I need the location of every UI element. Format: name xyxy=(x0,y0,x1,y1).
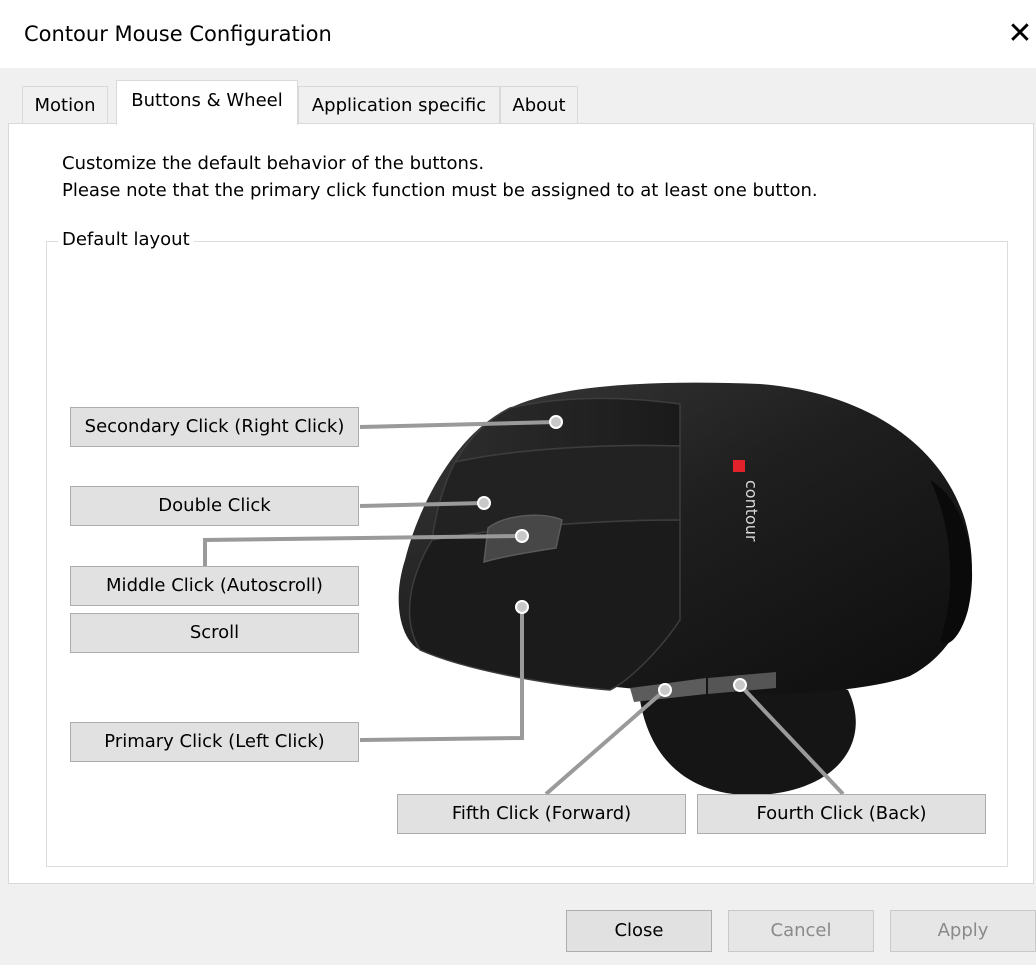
dot-fourth xyxy=(733,678,747,692)
middle-click-button[interactable]: Middle Click (Autoscroll) xyxy=(70,566,359,606)
primary-click-button[interactable]: Primary Click (Left Click) xyxy=(70,722,359,762)
dot-fifth xyxy=(658,683,672,697)
tab-buttons-wheel[interactable]: Buttons & Wheel xyxy=(116,80,298,125)
apply-button[interactable]: Apply xyxy=(890,910,1036,952)
scroll-button[interactable]: Scroll xyxy=(70,613,359,653)
secondary-click-button[interactable]: Secondary Click (Right Click) xyxy=(70,407,359,447)
brand-red-square xyxy=(733,460,745,472)
dot-double xyxy=(477,496,491,510)
fifth-click-button[interactable]: Fifth Click (Forward) xyxy=(397,794,686,834)
double-click-button[interactable]: Double Click xyxy=(70,486,359,526)
dot-middle xyxy=(515,529,529,543)
thumb-rest xyxy=(640,681,856,796)
dot-primary xyxy=(515,600,529,614)
cancel-button[interactable]: Cancel xyxy=(728,910,874,952)
connector-fifth xyxy=(544,688,667,796)
dot-secondary xyxy=(549,415,563,429)
fourth-click-button[interactable]: Fourth Click (Back) xyxy=(697,794,986,834)
close-button[interactable]: Close xyxy=(566,910,712,952)
brand-logo-text: contour xyxy=(742,480,761,542)
